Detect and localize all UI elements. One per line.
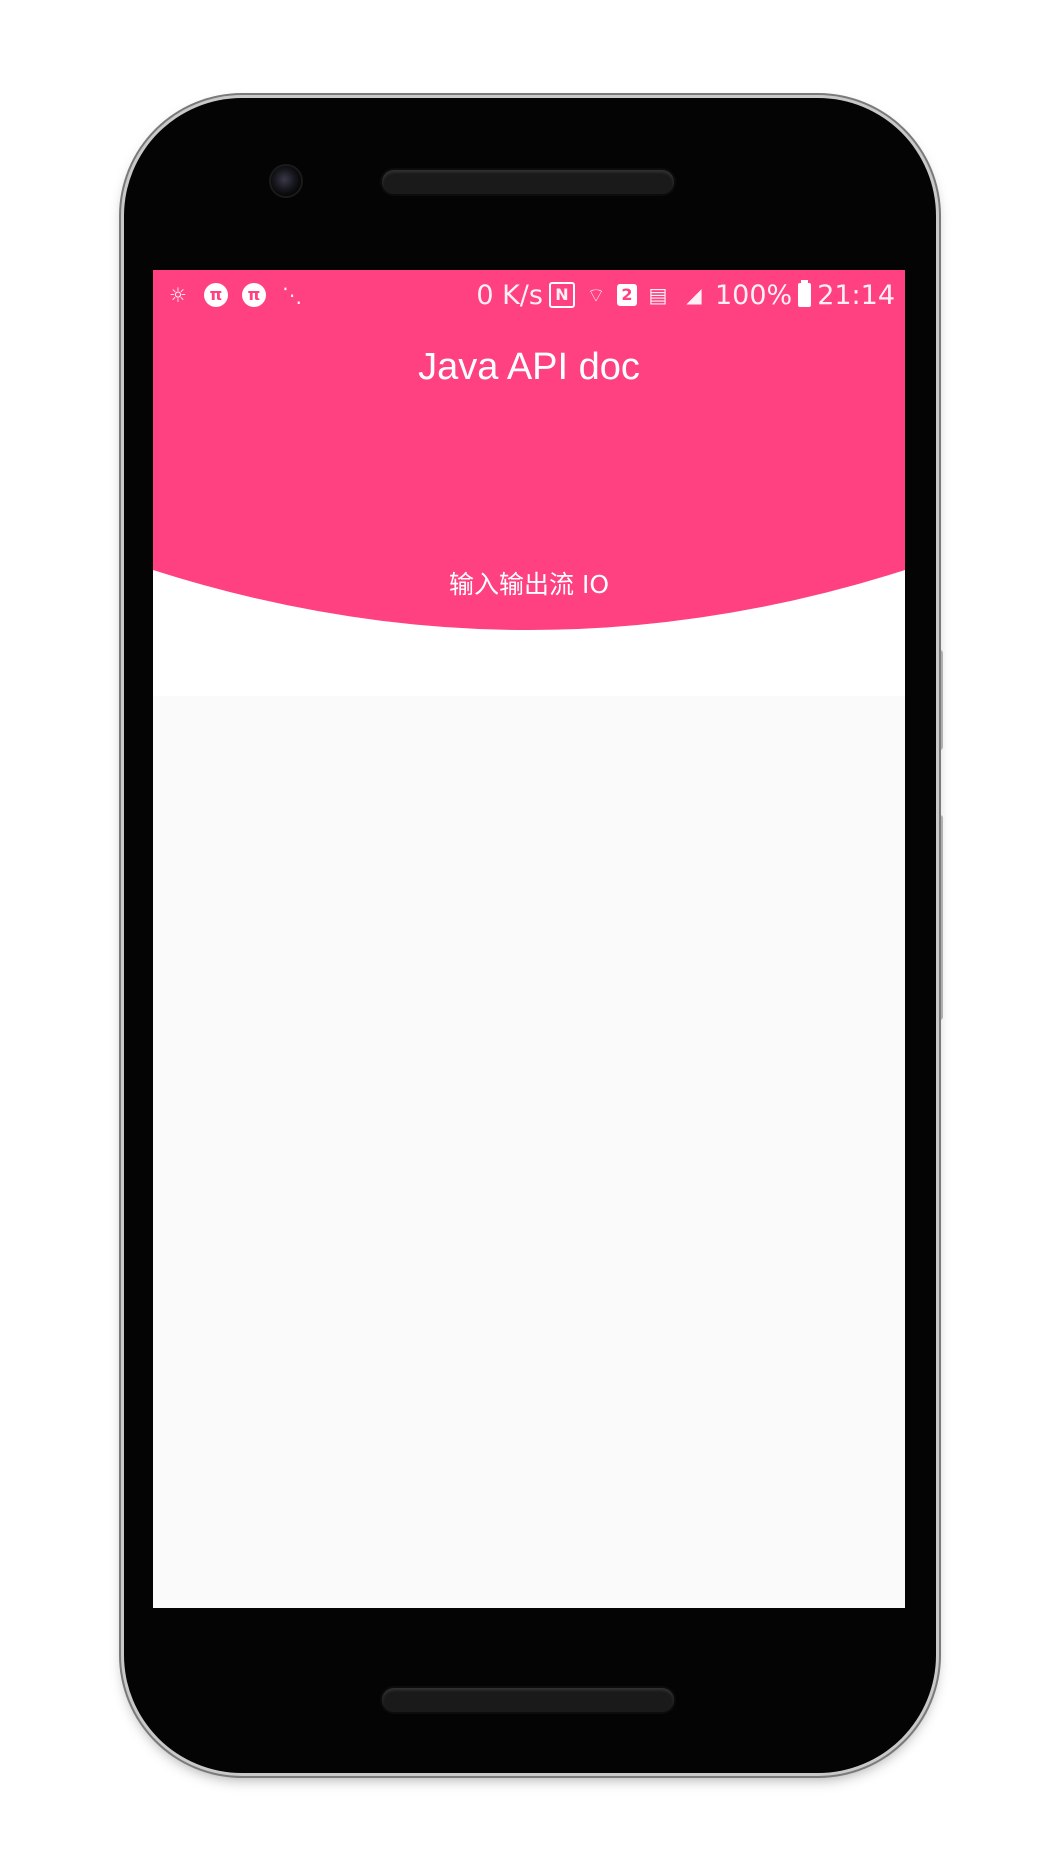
app-header: ☼ π π ⋱ 0 K/s N ⌔ 2 ▤ ◢ 100% 21:14 Java … <box>153 270 905 696</box>
status-bar: ☼ π π ⋱ 0 K/s N ⌔ 2 ▤ ◢ 100% 21:14 <box>153 270 905 320</box>
battery-percent: 100% <box>714 279 793 311</box>
stage: ☼ π π ⋱ 0 K/s N ⌔ 2 ▤ ◢ 100% 21:14 Java … <box>0 0 1055 1875</box>
page-title: Java API doc <box>418 346 640 388</box>
bottom-speaker <box>382 1688 674 1712</box>
front-camera <box>271 166 301 196</box>
nfc-icon: N <box>548 282 575 308</box>
battery-icon <box>798 280 812 307</box>
status-bar-notifications: ☼ π π ⋱ <box>163 280 307 310</box>
power-button <box>937 650 943 750</box>
status-bar-system: 0 K/s N ⌔ 2 ▤ ◢ 100% 21:14 <box>476 278 895 312</box>
volume-button <box>937 815 943 1020</box>
content-area <box>153 696 905 1608</box>
brightness-icon: ☼ <box>169 283 187 307</box>
pi-icon: π <box>201 280 231 310</box>
wifi-icon: ⌔ <box>586 283 606 307</box>
screen: ☼ π π ⋱ 0 K/s N ⌔ 2 ▤ ◢ 100% 21:14 Java … <box>153 270 905 1608</box>
earpiece-speaker <box>382 170 674 194</box>
clock: 21:14 <box>817 279 895 311</box>
sim-slot-icon: 2 <box>616 284 637 306</box>
share-icon: ⋱ <box>282 283 302 307</box>
network-speed: 0 K/s <box>476 279 543 311</box>
pi-icon: π <box>239 280 269 310</box>
header-arc-background <box>153 270 905 630</box>
sim-card-icon: ▤ <box>648 283 668 307</box>
page-subtitle: 输入输出流 IO <box>449 570 609 599</box>
signal-icon: ◢ <box>686 283 702 307</box>
